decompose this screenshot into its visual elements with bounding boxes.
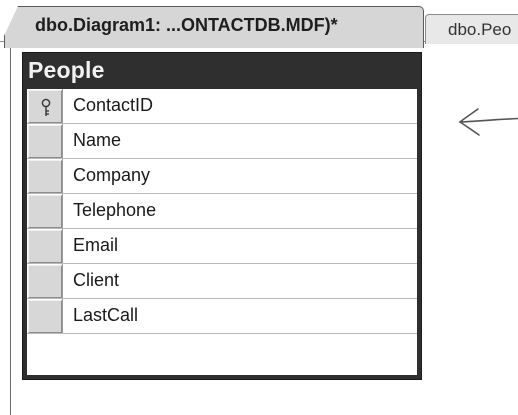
column-name: Telephone bbox=[62, 194, 417, 228]
column-row-name[interactable]: Name bbox=[27, 124, 417, 159]
row-selector[interactable] bbox=[28, 265, 62, 298]
row-selector[interactable] bbox=[28, 230, 62, 263]
document-well-edge bbox=[10, 42, 11, 415]
key-icon bbox=[41, 98, 51, 116]
tab-people[interactable]: dbo.Peo bbox=[425, 14, 518, 44]
column-row-email[interactable]: Email bbox=[27, 229, 417, 264]
column-name: LastCall bbox=[62, 299, 417, 333]
column-name: ContactID bbox=[62, 89, 417, 123]
column-row-lastcall[interactable]: LastCall bbox=[27, 299, 417, 334]
column-name: Email bbox=[62, 229, 417, 263]
table-title: People bbox=[28, 57, 105, 83]
column-row-contactid[interactable]: ContactID bbox=[27, 89, 417, 124]
column-name: Company bbox=[62, 159, 417, 193]
column-row-telephone[interactable]: Telephone bbox=[27, 194, 417, 229]
column-row-client[interactable]: Client bbox=[27, 264, 417, 299]
arrow-left-icon bbox=[459, 108, 518, 136]
column-name: Name bbox=[62, 124, 417, 158]
grid-empty-area bbox=[27, 334, 417, 374]
row-selector[interactable] bbox=[28, 195, 62, 228]
column-name: Client bbox=[62, 264, 417, 298]
row-selector[interactable] bbox=[28, 90, 62, 123]
row-selector[interactable] bbox=[28, 125, 62, 158]
row-selector[interactable] bbox=[28, 300, 62, 333]
column-grid: ContactID Name Company Telephone Email C… bbox=[27, 89, 417, 375]
table-designer-people[interactable]: People ContactID Name Company Telephone … bbox=[22, 52, 422, 380]
document-tab-strip: dbo.Diagram1: ...ONTACTDB.MDF)* dbo.Peo bbox=[0, 0, 518, 48]
row-selector[interactable] bbox=[28, 160, 62, 193]
column-row-company[interactable]: Company bbox=[27, 159, 417, 194]
tab-diagram1[interactable]: dbo.Diagram1: ...ONTACTDB.MDF)* bbox=[4, 6, 424, 48]
